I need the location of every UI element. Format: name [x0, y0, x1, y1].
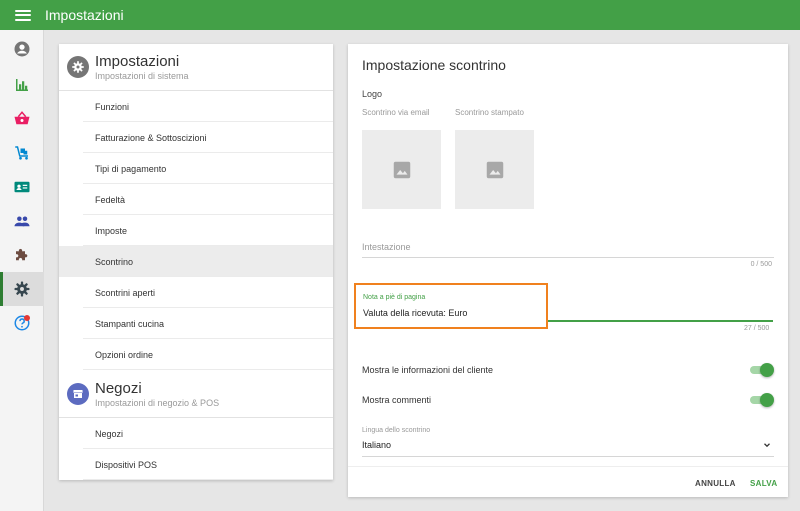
notification-dot — [24, 315, 30, 321]
sidebar-item-employees[interactable] — [0, 204, 44, 238]
divider — [362, 456, 774, 457]
footer-note-value[interactable]: Valuta della ricevuta: Euro — [363, 308, 467, 318]
cart-icon — [15, 146, 28, 160]
people-icon — [14, 216, 30, 227]
sidebar-item-sales[interactable] — [0, 102, 44, 136]
stores-section-icon — [67, 383, 89, 405]
cancel-button[interactable]: ANNULLA — [695, 479, 736, 488]
image-placeholder-icon — [393, 161, 410, 178]
show-customer-info-label: Mostra le informazioni del cliente — [362, 365, 494, 375]
app-title: Impostazioni — [45, 7, 124, 23]
id-card-icon — [14, 181, 30, 193]
sidebar-item-integrations[interactable] — [0, 238, 44, 272]
toggle-knob — [760, 393, 774, 407]
nav-item-scontrini-aperti[interactable]: Scontrini aperti — [59, 277, 333, 308]
header-field-input[interactable] — [362, 257, 774, 258]
nav-item-tipi-pagamento[interactable]: Tipi di pagamento — [59, 153, 333, 184]
nav-item-funzioni[interactable]: Funzioni — [59, 91, 333, 122]
printed-logo-label: Scontrino stampato — [455, 108, 524, 117]
settings-menu-card: Impostazioni Impostazioni di sistema Fun… — [59, 44, 333, 480]
sidebar-item-settings[interactable] — [0, 272, 44, 306]
settings-section-header: Impostazioni Impostazioni di sistema — [59, 44, 333, 90]
sidebar-item-reports[interactable] — [0, 68, 44, 102]
settings-section-icon — [67, 56, 89, 78]
hamburger-menu-icon[interactable] — [15, 9, 31, 21]
receipt-settings-card: Impostazione scontrino Logo Scontrino vi… — [348, 44, 788, 497]
puzzle-icon — [16, 248, 28, 261]
save-button[interactable]: SALVA — [750, 479, 777, 488]
logo-label: Logo — [362, 89, 383, 99]
store-icon — [73, 390, 83, 398]
show-comments-toggle[interactable] — [750, 393, 774, 407]
sidebar-item-account[interactable] — [0, 32, 44, 66]
show-comments-label: Mostra commenti — [362, 395, 432, 405]
chevron-down-icon[interactable] — [762, 440, 772, 450]
nav-item-fatturazione[interactable]: Fatturazione & Sottoscizioni — [59, 122, 333, 153]
stores-section-header: Negozi Impostazioni di negozio & POS — [59, 371, 333, 417]
footer-note-input[interactable]: Nota a piè di pagina Valuta della ricevu… — [354, 283, 548, 329]
gear-icon — [72, 61, 84, 73]
basket-icon — [14, 111, 30, 125]
divider — [348, 466, 788, 467]
language-label: Lingua dello scontrino — [362, 427, 431, 434]
printed-logo-upload[interactable] — [455, 130, 534, 209]
language-select[interactable]: Italiano — [362, 440, 391, 450]
nav-item-opzioni-ordine[interactable]: Opzioni ordine — [59, 339, 333, 370]
nav-item-dispositivi-pos[interactable]: Dispositivi POS — [59, 449, 333, 480]
sidebar — [0, 30, 44, 511]
sidebar-item-inventory[interactable] — [0, 136, 44, 170]
header-field-label: Intestazione — [362, 242, 411, 252]
top-app-bar: Impostazioni — [0, 0, 800, 30]
nav-item-imposte[interactable]: Imposte — [59, 215, 333, 246]
stores-section-subtitle: Impostazioni di negozio & POS — [95, 398, 220, 408]
nav-item-stampanti-cucina[interactable]: Stampanti cucina — [59, 308, 333, 339]
receipt-settings-title: Impostazione scontrino — [362, 57, 506, 73]
header-counter: 0 / 500 — [750, 261, 772, 268]
email-logo-label: Scontrino via email — [362, 108, 430, 117]
image-placeholder-icon — [486, 161, 503, 178]
gear-icon — [14, 281, 30, 297]
stores-section-title: Negozi — [95, 380, 142, 397]
account-icon — [14, 41, 30, 57]
email-logo-upload[interactable] — [362, 130, 441, 209]
nav-item-fedelta[interactable]: Fedeltà — [59, 184, 333, 215]
footer-note-label: Nota a piè di pagina — [363, 294, 426, 301]
nav-item-scontrino[interactable]: Scontrino — [59, 246, 333, 277]
settings-section-subtitle: Impostazioni di sistema — [95, 71, 189, 81]
show-customer-info-toggle[interactable] — [750, 363, 774, 377]
nav-item-negozi[interactable]: Negozi — [59, 418, 333, 449]
sidebar-item-help[interactable] — [0, 306, 44, 340]
toggle-knob — [760, 363, 774, 377]
footer-counter: 27 / 500 — [744, 325, 770, 332]
settings-section-title: Impostazioni — [95, 53, 180, 70]
bar-chart-icon — [16, 79, 28, 91]
sidebar-item-customers[interactable] — [0, 170, 44, 204]
